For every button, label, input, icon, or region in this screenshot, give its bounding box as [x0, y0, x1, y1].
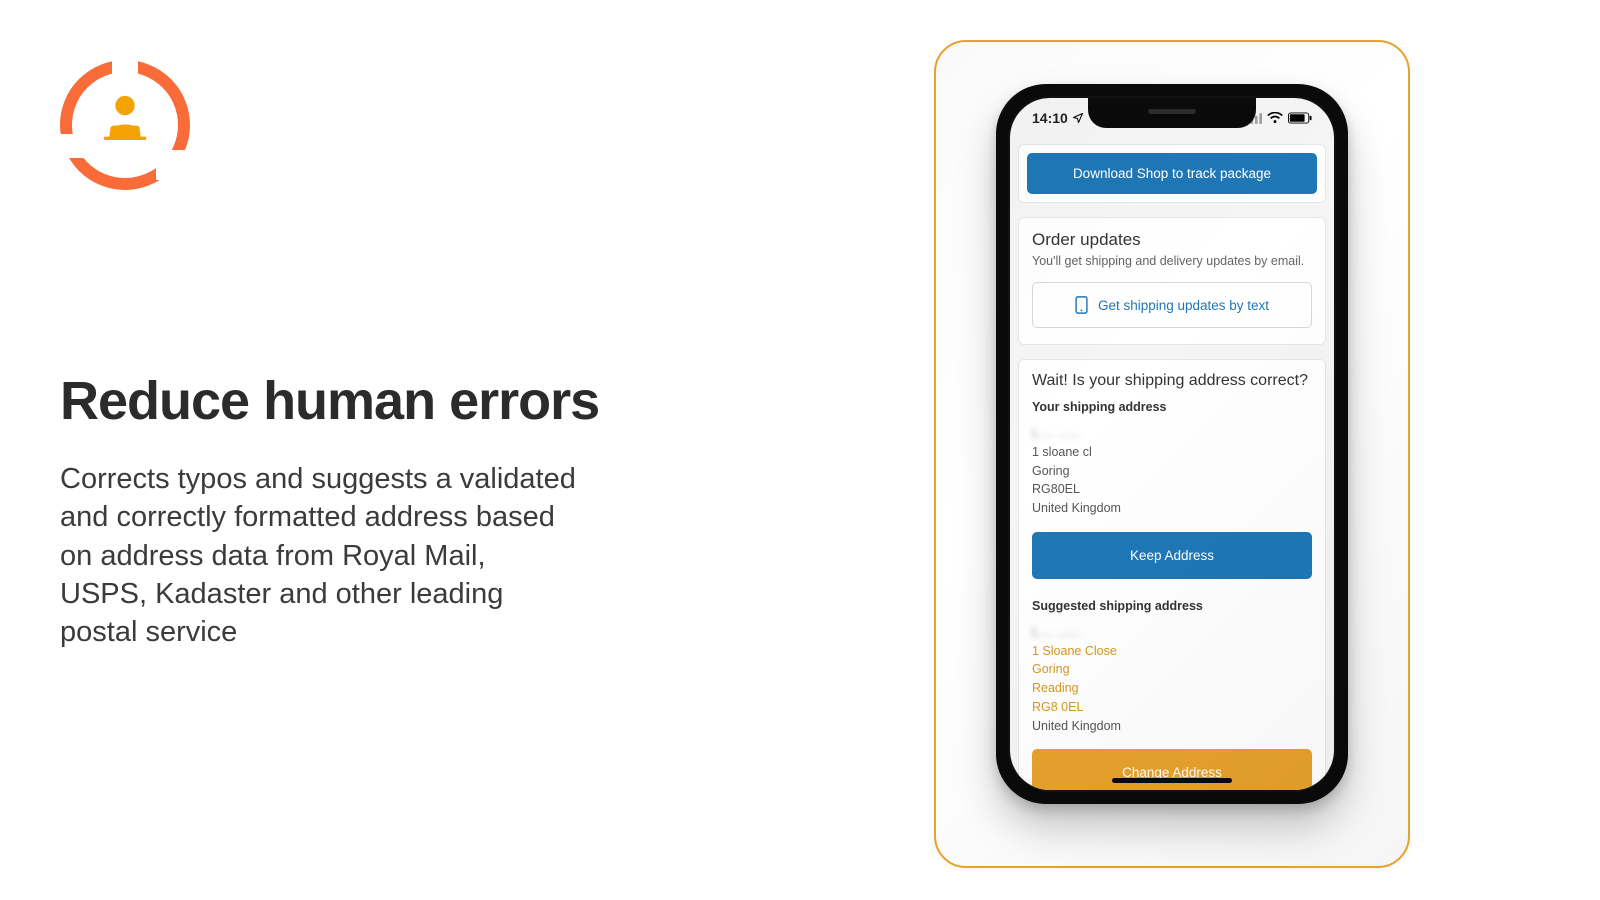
- keep-address-button[interactable]: Keep Address: [1032, 532, 1312, 579]
- phone-panel: 14:10: [934, 40, 1410, 868]
- suggested-address-country: United Kingdom: [1032, 717, 1312, 736]
- your-address-postcode: RG80EL: [1032, 480, 1312, 499]
- phone-notch: [1088, 98, 1256, 128]
- text-updates-label: Get shipping updates by text: [1098, 298, 1269, 313]
- suggested-address-label: Suggested shipping address: [1032, 599, 1312, 613]
- suggested-address-city: Goring: [1032, 660, 1312, 679]
- body-copy: Corrects typos and suggests a validated …: [60, 460, 580, 651]
- your-address-label: Your shipping address: [1032, 400, 1312, 414]
- battery-icon: [1288, 112, 1312, 124]
- decorative-dot-grid: [180, 64, 290, 224]
- status-time: 14:10: [1032, 110, 1068, 126]
- your-address-country: United Kingdom: [1032, 499, 1312, 518]
- phone-screen: 14:10: [1010, 98, 1334, 790]
- suggested-address-line1: 1 Sloane Close: [1032, 642, 1312, 661]
- address-validate-card: Wait! Is your shipping address correct? …: [1018, 359, 1326, 790]
- text-updates-button[interactable]: Get shipping updates by text: [1032, 282, 1312, 328]
- order-updates-title: Order updates: [1032, 230, 1312, 250]
- phone-frame: 14:10: [996, 84, 1348, 804]
- download-card: Download Shop to track package: [1018, 144, 1326, 203]
- address-validate-title: Wait! Is your shipping address correct?: [1032, 372, 1312, 390]
- suggested-address-region: Reading: [1032, 679, 1312, 698]
- your-address-name: L.... .......: [1032, 424, 1312, 443]
- user-laptop-icon: [94, 92, 156, 154]
- home-indicator: [1112, 778, 1232, 783]
- feature-icon: [60, 50, 220, 210]
- location-arrow-icon: [1072, 112, 1084, 124]
- change-address-button[interactable]: Change Address: [1032, 749, 1312, 790]
- suggested-address-postcode: RG8 0EL: [1032, 698, 1312, 717]
- order-updates-card: Order updates You'll get shipping and de…: [1018, 217, 1326, 345]
- your-address-city: Goring: [1032, 462, 1312, 481]
- headline: Reduce human errors: [60, 370, 620, 432]
- your-address-line1: 1 sloane cl: [1032, 443, 1312, 462]
- order-updates-subtitle: You'll get shipping and delivery updates…: [1032, 254, 1312, 268]
- phone-icon: [1075, 296, 1088, 314]
- suggested-address-name: L.... .......: [1032, 623, 1312, 642]
- download-shop-button[interactable]: Download Shop to track package: [1027, 153, 1317, 194]
- wifi-icon: [1267, 112, 1283, 124]
